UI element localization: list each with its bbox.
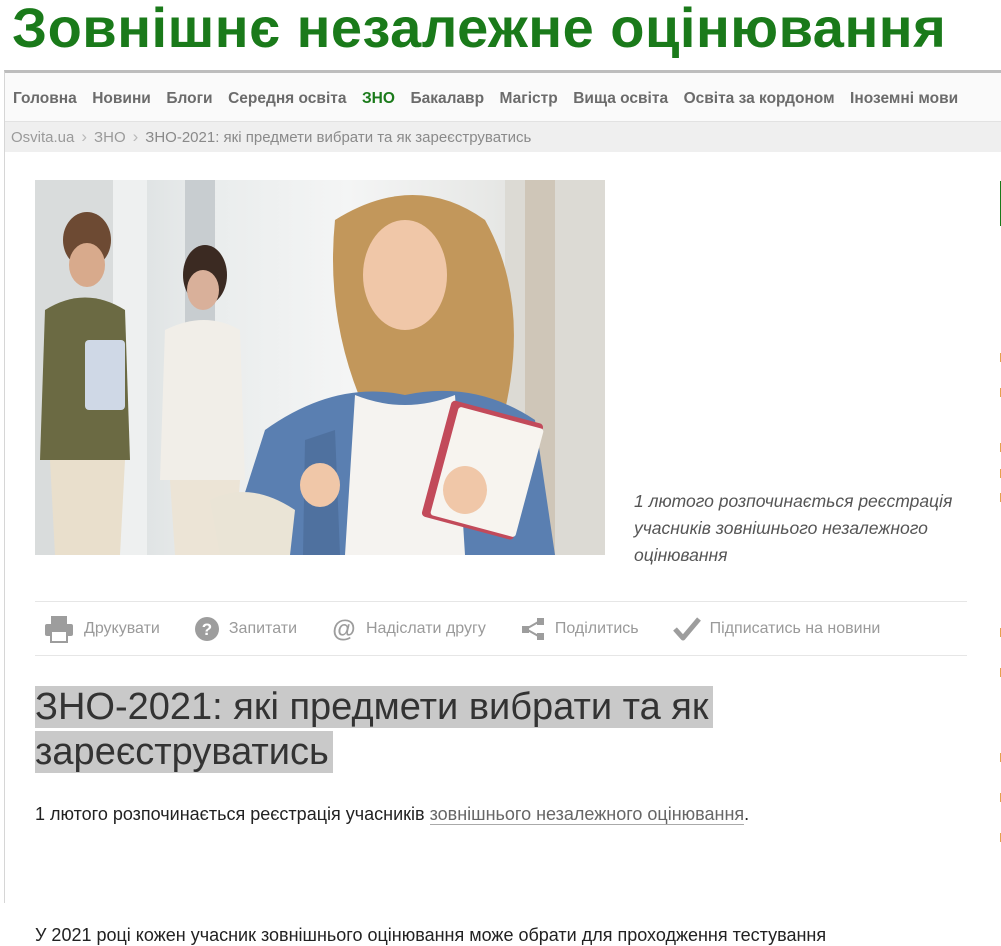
nav-item-news[interactable]: Новини [92,73,151,125]
share-label: Поділитись [554,619,639,637]
breadcrumb-zno[interactable]: ЗНО [94,129,126,146]
chevron-right-icon: › [81,127,88,146]
article-paragraph-2: У 2021 році кожен учасник зовнішнього оц… [35,925,827,945]
article-paragraph-1: 1 лютого розпочинається реєстрація учасн… [35,804,749,825]
article-headline-text: ЗНО-2021: які предмети вибрати та як зар… [35,686,713,773]
print-label: Друкувати [84,619,160,637]
print-button[interactable]: Друкувати [43,614,160,644]
subscribe-button[interactable]: Підписатись на новини [672,616,881,642]
nav-item-abroad[interactable]: Освіта за кордоном [684,73,835,125]
paragraph-1-end: . [744,804,750,824]
nav-item-bachelor[interactable]: Бакалавр [410,73,484,125]
nav-item-secondary[interactable]: Середня освіта [228,73,346,125]
nav-item-master[interactable]: Магістр [500,73,558,125]
article-actions: Друкувати ? Запитати @ Надіслати другу П [35,601,967,656]
svg-text:?: ? [202,620,212,639]
students-photo-illustration [35,180,605,555]
breadcrumb-current: ЗНО-2021: які предмети вибрати та як зар… [145,128,532,146]
chevron-right-icon: › [132,127,139,146]
photo-caption: 1 лютого розпочинається реєстрація учасн… [634,491,953,565]
at-sign-icon: @ [332,616,355,642]
send-to-friend-button[interactable]: @ Надіслати другу [331,616,486,642]
nav-item-higher[interactable]: Вища освіта [573,73,668,125]
breadcrumb-home[interactable]: Osvita.ua [11,129,74,146]
breadcrumb: Osvita.ua › ЗНО › ЗНО-2021: які предмети… [5,122,1001,152]
question-icon: ? [194,616,219,641]
share-icon [521,617,544,640]
share-button[interactable]: Поділитись [520,616,639,642]
nav-item-blogs[interactable]: Блоги [166,73,212,125]
nav-item-home[interactable]: Головна [13,73,77,125]
page-frame: Головна Новини Блоги Середня освіта ЗНО … [4,70,1001,945]
ask-button[interactable]: ? Запитати [194,616,297,642]
article-photo [35,180,605,555]
printer-icon [45,615,73,643]
subscribe-label: Підписатись на новини [709,619,881,637]
site-title[interactable]: Зовнішнє незалежне оцінювання [12,0,946,60]
paragraph-1-text: 1 лютого розпочинається реєстрація учасн… [35,804,430,824]
nav-item-zno[interactable]: ЗНО [362,73,395,125]
main-nav: Головна Новини Блоги Середня освіта ЗНО … [5,73,1001,122]
ask-label: Запитати [228,619,297,637]
nav-item-languages[interactable]: Іноземні мови [850,73,958,125]
svg-text:@: @ [332,616,355,642]
zno-link[interactable]: зовнішнього незалежного оцінювання [429,804,745,825]
send-label: Надіслати другу [366,619,486,637]
article-headline: ЗНО-2021: які предмети вибрати та як зар… [35,685,795,775]
checkmark-icon [672,616,701,640]
